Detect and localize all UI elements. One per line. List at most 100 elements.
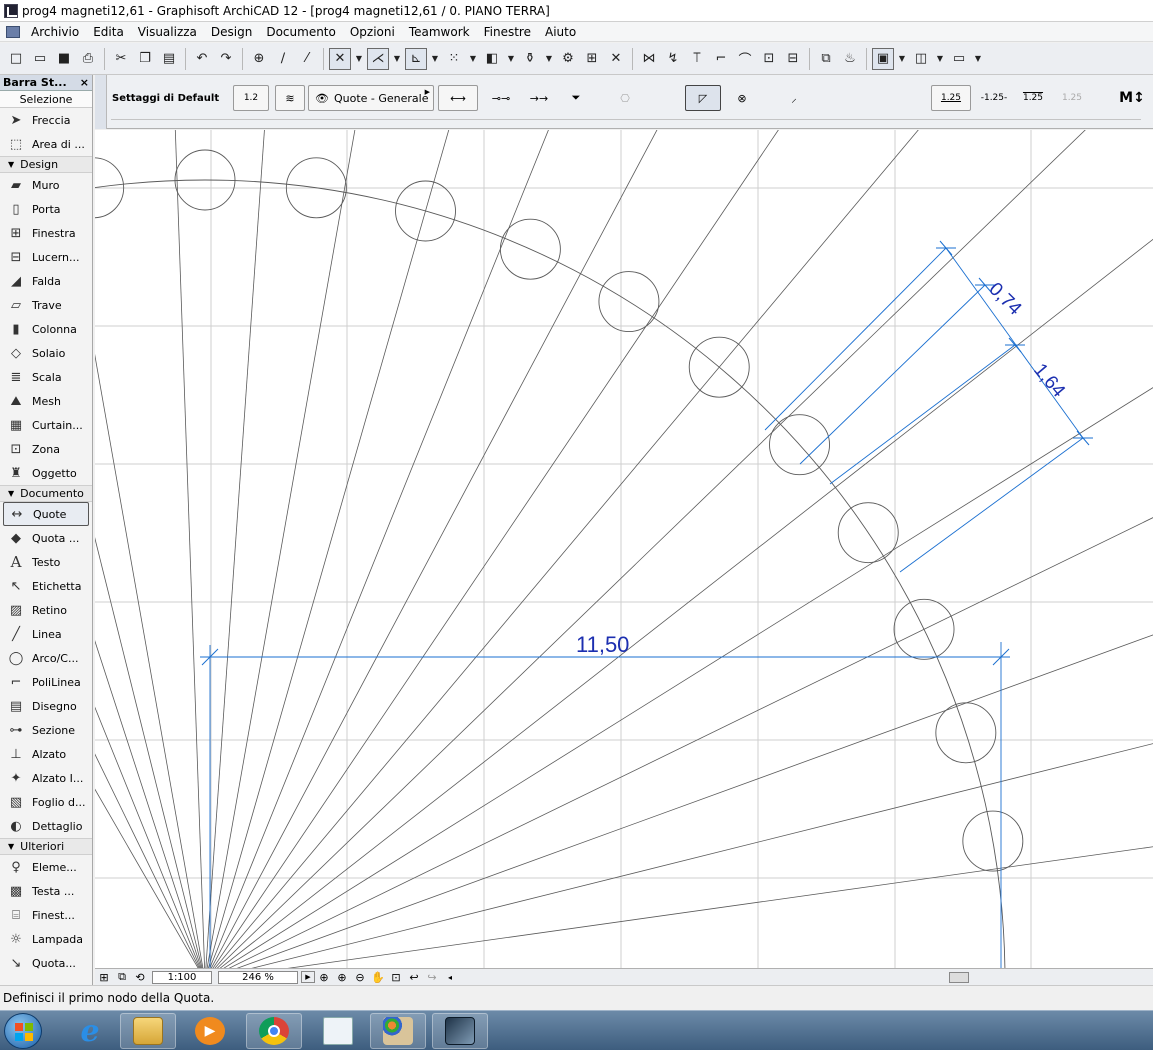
tool-zona[interactable]: ⊡ Zona [0,437,92,461]
start-button[interactable] [4,1013,42,1049]
tool-oggetto[interactable]: ♜ Oggetto [0,461,92,485]
tool-retino[interactable]: ▨ Retino [0,598,92,622]
menu-opzioni[interactable]: Opzioni [343,22,402,42]
taskbar-chrome[interactable] [246,1013,302,1049]
taskbar-archicad[interactable] [432,1013,488,1049]
scale-field[interactable]: 1:100 [152,970,212,984]
tool-quota-livello[interactable]: ◆ Quota ... [0,526,92,550]
explode-icon[interactable]: ⊟ [782,48,804,70]
print-icon[interactable]: ⎙ [77,48,99,70]
tool-curtain[interactable]: ▦ Curtain... [0,413,92,437]
group-documento[interactable]: ▼ Documento [0,485,92,502]
taskbar-ie[interactable]: e [62,1013,118,1049]
zoom-field[interactable]: 246 % [218,970,298,984]
new-file-icon[interactable]: □ [5,48,27,70]
zoom-in-icon[interactable]: ⊕ [333,970,351,984]
magic-wand-icon[interactable]: ✕ [329,47,351,70]
pick-up-icon[interactable]: ∕ [272,48,294,70]
menu-teamwork[interactable]: Teamwork [402,22,477,42]
tool-testa[interactable]: ▩ Testa ... [0,879,92,903]
dimension-format-a[interactable]: 1.25 [931,85,971,111]
linear-dimension-icon[interactable]: ⟷ [438,85,478,111]
layer-icon[interactable]: ≋ [275,85,305,111]
dimension-format-c[interactable]: 1.25 [1013,85,1053,111]
layer-selector[interactable]: 👁 Quote - Generale ▶ [308,85,434,111]
floor-plan-canvas[interactable]: 11,50 0,74 1,64 [95,130,1153,968]
tool-foglio[interactable]: ▧ Foglio d... [0,790,92,814]
chained-dimension-icon[interactable]: ⊸⊸ [481,85,521,111]
tool-solaio[interactable]: ◇ Solaio [0,341,92,365]
scroll-left-icon[interactable]: ◂ [441,970,459,984]
tool-falda[interactable]: ◢ Falda [0,269,92,293]
dimension-settings-button[interactable]: 1.2 [233,85,269,111]
elevation-tool-icon[interactable]: ⚱ [519,48,541,70]
zoom-fit-icon[interactable]: ⊕ [315,970,333,984]
3d-view-icon[interactable]: ◫ [910,48,932,70]
tool-quota-extra[interactable]: ↘ Quota... [0,951,92,975]
copy-icon[interactable]: ❐ [134,48,156,70]
refresh-icon[interactable]: ⟲ [131,970,149,984]
tool-lampada[interactable]: ☼ Lampada [0,927,92,951]
info-box-grip[interactable] [95,75,107,129]
tool-finestra-2[interactable]: ⌸ Finest... [0,903,92,927]
dimension-format-b[interactable]: -1.25- [974,85,1014,111]
chevron-down-icon[interactable]: ▼ [896,48,908,70]
tool-lucernario[interactable]: ⊟ Lucern... [0,245,92,269]
menu-visualizza[interactable]: Visualizza [131,22,204,42]
chevron-down-icon[interactable]: ▼ [934,48,946,70]
base-line-icon[interactable]: ⏷ [561,85,591,111]
tool-linea[interactable]: ╱ Linea [0,622,92,646]
chevron-down-icon[interactable]: ▼ [543,48,555,70]
save-icon[interactable]: ■ [53,48,75,70]
triangle-right-icon[interactable]: ▶ [301,971,315,983]
taskbar-explorer[interactable] [120,1013,176,1049]
tool-scala[interactable]: ≣ Scala [0,365,92,389]
dimension-text-angled-2[interactable]: 1,64 [1029,360,1069,402]
marker-type-icon[interactable]: ⊗ [728,85,756,111]
chevron-down-icon[interactable]: ▼ [391,48,403,70]
tool-colonna[interactable]: ▮ Colonna [0,317,92,341]
offset-icon[interactable]: ⊡ [758,48,780,70]
tool-freccia[interactable]: ➤ Freccia [0,108,92,132]
menu-archivio[interactable]: Archivio [24,22,86,42]
split-icon[interactable]: ⋈ [638,48,660,70]
tool-elemento[interactable]: ♀ Eleme... [0,855,92,879]
dimension-text-horizontal[interactable]: 11,50 [576,632,629,657]
chevron-down-icon[interactable]: ▼ [972,48,984,70]
marker-style-icon[interactable]: ⸝ [777,85,811,111]
tool-mesh[interactable]: ⛰ Mesh [0,389,92,413]
chevron-down-icon[interactable]: ▼ [429,48,441,70]
menu-finestre[interactable]: Finestre [477,22,538,42]
redo-icon[interactable]: ↷ [215,48,237,70]
horizontal-scrollbar[interactable] [459,971,1153,984]
element-info-icon[interactable]: ⚙ [557,48,579,70]
open-file-icon[interactable]: ▭ [29,48,51,70]
menu-design[interactable]: Design [204,22,259,42]
undo-icon[interactable]: ↶ [191,48,213,70]
zoom-previous-icon[interactable]: ↩ [405,970,423,984]
layer-quick-icon[interactable]: ⧉ [113,970,131,984]
layout-view-icon[interactable]: ▭ [948,48,970,70]
group-design[interactable]: ▼ Design [0,156,92,173]
chevron-down-icon[interactable]: ▼ [467,48,479,70]
tool-muro[interactable]: ▰ Muro [0,173,92,197]
floor-plan-drawing[interactable]: 11,50 0,74 1,64 [95,130,1153,968]
tool-porta[interactable]: ▯ Porta [0,197,92,221]
table-icon[interactable]: ⊞ [581,48,603,70]
dimension-format-d[interactable]: 1.25 [1055,85,1089,111]
trace-icon[interactable]: ⧉ [815,48,837,70]
zoom-next-icon[interactable]: ↪ [423,970,441,984]
inject-icon[interactable]: ⁄ [296,48,318,70]
geometry-method-icon[interactable]: ◸ [685,85,721,111]
close-small-icon[interactable]: ✕ [605,48,627,70]
pan-hand-icon[interactable]: ✋ [369,970,387,984]
taskbar-media-player[interactable]: ▶ [182,1013,238,1049]
floor-plan-view-icon[interactable]: ▣ [872,47,894,70]
tool-finestra[interactable]: ⊞ Finestra [0,221,92,245]
associative-icon[interactable]: ⎔ [607,85,643,111]
cut-icon[interactable]: ✂ [110,48,132,70]
text-size-icon[interactable]: M↕ [1117,85,1147,111]
layer-combo-icon[interactable]: ◧ [481,48,503,70]
archicad-app-icon[interactable] [4,3,18,18]
menu-documento[interactable]: Documento [259,22,343,42]
